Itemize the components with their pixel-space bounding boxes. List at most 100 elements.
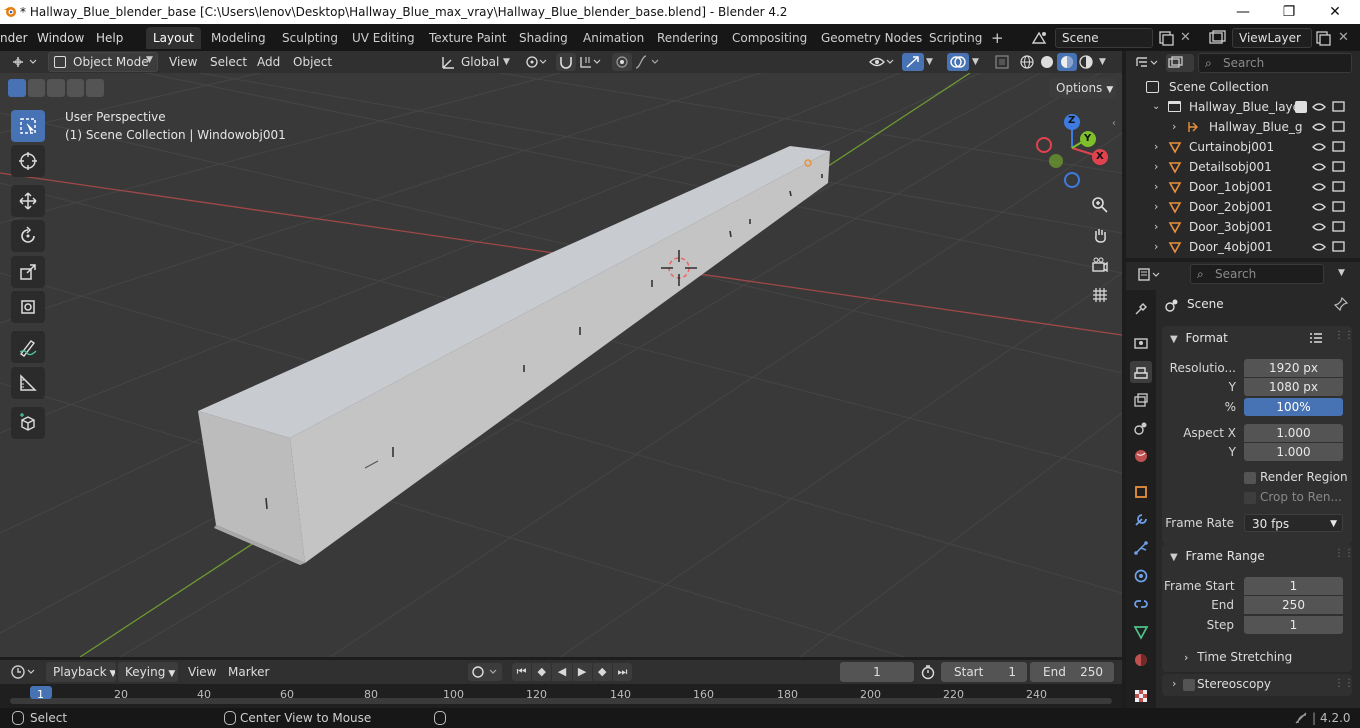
close-button[interactable]: ✕ [1312,0,1358,24]
texture-tab-icon[interactable] [1130,685,1152,707]
presets-list-icon[interactable] [1308,331,1324,345]
tool-tab-icon[interactable] [1130,298,1152,320]
pivot-point-icon[interactable] [524,54,550,70]
proportional-editing-icon[interactable] [612,53,632,71]
menu-render[interactable]: nder [0,29,28,47]
menu-window[interactable]: Window [37,29,84,47]
auto-keying-icon[interactable] [468,663,502,681]
frame-rate-dropdown[interactable]: 30 fps ▼ [1244,514,1343,532]
remove-view-layer-icon[interactable]: ✕ [1338,30,1349,45]
transform-orientation-dropdown[interactable]: Global [461,53,499,71]
play-reverse-icon[interactable]: ◀ [552,663,572,681]
frame-range-panel-header[interactable]: ▼ Frame Range [1162,544,1352,568]
frame-step-field[interactable]: 1 [1244,616,1343,634]
view-layer-selector[interactable]: ViewLayer [1232,28,1312,48]
prev-keyframe-icon[interactable]: ◆ [532,663,552,681]
frame-start-field[interactable]: 1 [1244,577,1343,595]
time-stretching-subpanel[interactable]: › Time Stretching [1170,646,1348,668]
visibility-icon[interactable] [868,54,896,70]
wireframe-shading-icon[interactable] [1018,54,1036,70]
playback-menu[interactable]: Playback ▼ [46,662,116,682]
play-icon[interactable]: ▶ [572,663,592,681]
tab-shading[interactable]: Shading [512,27,575,49]
drag-handle-icon[interactable]: ⋮⋮ [1334,678,1354,689]
add-workspace-button[interactable]: + [984,27,1011,49]
resolution-y-field[interactable]: 1080 px [1244,378,1343,396]
move-tool[interactable] [11,185,45,217]
new-view-layer-icon[interactable] [1314,29,1332,47]
properties-editor-icon[interactable] [1136,266,1164,284]
tab-animation[interactable]: Animation [576,27,651,49]
select-intersect-icon[interactable] [86,79,104,97]
outliner-row-scene-collection[interactable]: Scene Collection [1126,77,1360,97]
annotate-tool[interactable] [11,331,45,363]
resolution-x-field[interactable]: 1920 px [1244,359,1343,377]
tab-modeling[interactable]: Modeling [204,27,273,49]
world-tab-icon[interactable] [1130,445,1152,467]
snap-toggle-icon[interactable] [556,53,576,71]
3d-viewport[interactable]: User Perspective (1) Scene Collection | … [0,73,1122,657]
constraints-tab-icon[interactable] [1130,593,1152,615]
crop-checkbox[interactable] [1244,492,1256,504]
particles-tab-icon[interactable] [1130,537,1152,559]
next-keyframe-icon[interactable]: ◆ [592,663,612,681]
chevron-down-icon[interactable]: ⌄ [1152,97,1160,117]
chevron-right-icon[interactable]: › [1154,217,1158,237]
chevron-right-icon[interactable]: › [1154,137,1158,157]
select-box-tool[interactable] [11,110,45,142]
chevron-right-icon[interactable]: › [1154,197,1158,217]
timeline-menu-view[interactable]: View [188,663,216,681]
cursor-tool[interactable] [11,145,45,177]
snap-target-icon[interactable] [578,54,604,70]
resolution-percent-slider[interactable]: 100% [1244,398,1343,416]
minimize-button[interactable]: — [1220,0,1266,24]
select-invert-icon[interactable] [66,79,85,97]
sidebar-toggle-icon[interactable]: ‹ [1112,118,1116,129]
falloff-icon[interactable] [634,54,664,70]
hallway-mesh[interactable] [198,146,830,565]
menu-add[interactable]: Add [257,53,280,71]
scene-icon[interactable] [1030,29,1050,47]
select-subtract-icon[interactable] [47,79,65,97]
measure-tool[interactable] [11,367,45,399]
chevron-right-icon[interactable]: › [1154,177,1158,197]
pan-view-icon[interactable] [1087,222,1113,248]
gizmo-toggle-icon[interactable] [902,53,924,71]
object-tab-icon[interactable] [1130,481,1152,503]
render-region-checkbox[interactable] [1244,472,1256,484]
timeline-editor-icon[interactable] [10,664,40,680]
scene-selector[interactable]: Scene [1055,28,1153,48]
tab-uv-editing[interactable]: UV Editing [345,27,422,49]
solid-shading-icon[interactable] [1038,54,1056,70]
modifier-tab-icon[interactable] [1130,509,1152,531]
menu-object[interactable]: Object [293,53,332,71]
new-scene-icon[interactable] [1157,29,1175,47]
frame-end-field[interactable]: 250 [1244,596,1343,614]
editor-type-icon[interactable] [10,54,40,70]
data-tab-icon[interactable] [1130,621,1152,643]
aspect-x-field[interactable]: 1.000 [1244,424,1343,442]
scene-tab-icon[interactable] [1130,417,1152,439]
output-tab-icon[interactable] [1130,361,1152,383]
view-layer-tab-icon[interactable] [1130,389,1152,411]
zoom-view-icon[interactable] [1087,192,1113,218]
chevron-right-icon[interactable]: › [1154,157,1158,177]
select-extend-icon[interactable] [27,79,46,97]
material-tab-icon[interactable] [1130,649,1152,671]
tab-rendering[interactable]: Rendering [650,27,725,49]
outliner-search-input[interactable]: Search [1198,53,1352,73]
physics-tab-icon[interactable] [1130,565,1152,587]
chevron-right-icon[interactable]: › [1172,677,1176,690]
outliner-visibility-column[interactable] [1312,97,1352,257]
menu-select[interactable]: Select [210,53,247,71]
display-mode-icon[interactable] [1166,54,1194,72]
pin-icon[interactable] [1333,296,1349,312]
rendered-shading-icon[interactable] [1077,54,1095,70]
checkbox-checked-icon[interactable] [1295,101,1307,113]
menu-help[interactable]: Help [96,29,123,47]
ortho-toggle-icon[interactable] [1087,282,1113,308]
menu-view[interactable]: View [169,53,197,71]
chevron-down-icon[interactable]: ▼ [1338,268,1345,278]
xray-toggle-icon[interactable] [994,54,1010,70]
tab-geometry-nodes[interactable]: Geometry Nodes [814,27,929,49]
